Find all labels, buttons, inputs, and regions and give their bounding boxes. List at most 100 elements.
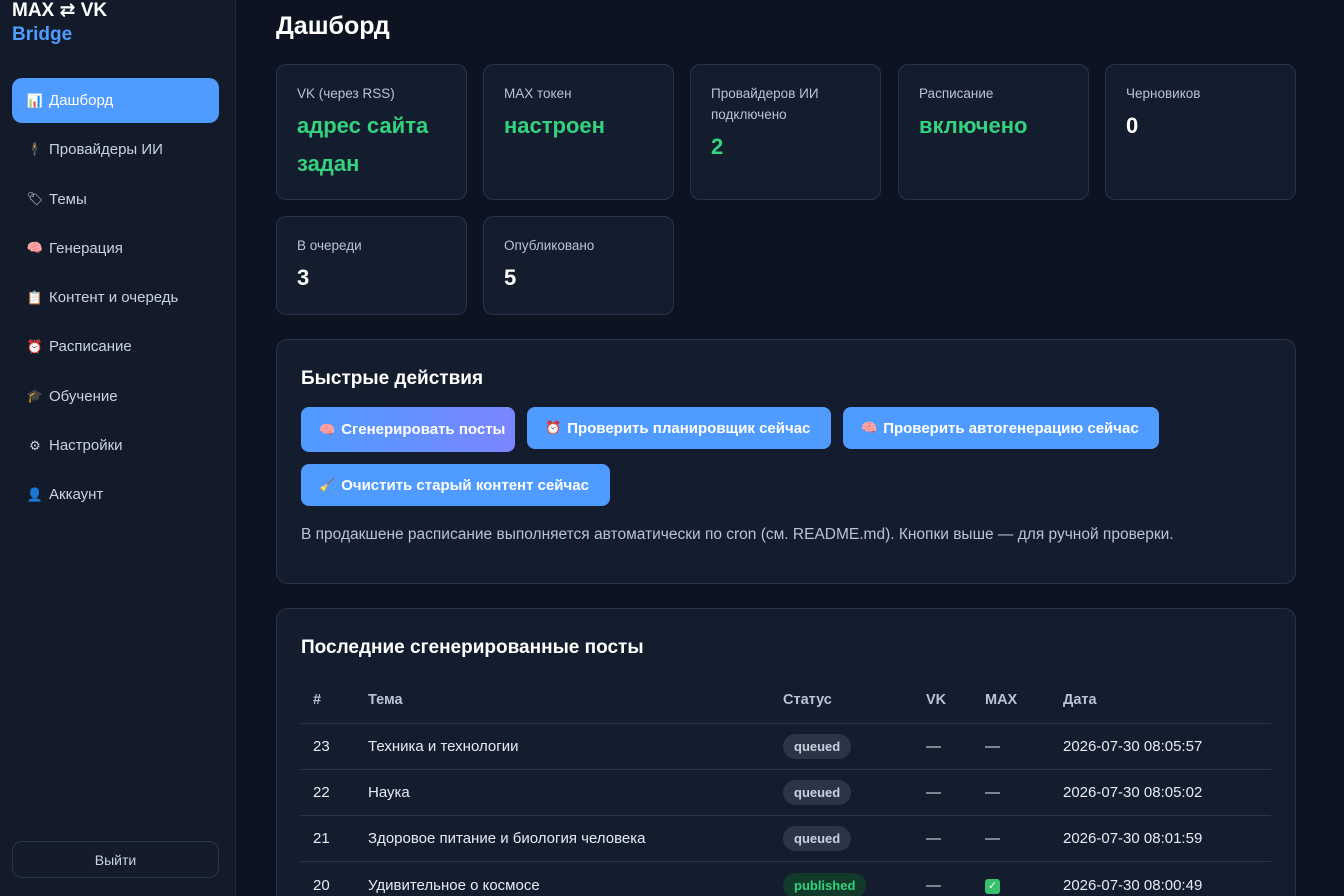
table-row: 23 Техника и технологии queued — — 2026-…: [301, 723, 1271, 770]
sidebar-item-learning[interactable]: 🎓 Обучение: [12, 374, 219, 419]
stat-value: адрес сайта задан: [297, 113, 429, 176]
cell-max: —: [985, 723, 1063, 770]
cell-topic: Наука: [368, 769, 783, 817]
sidebar-item-label: Настройки: [49, 437, 123, 455]
brand-logo: MAX ⇄ VK Bridge: [12, 0, 107, 47]
column-header-number: #: [301, 677, 368, 724]
stat-card-max-token: MAX токен настроен: [483, 64, 674, 200]
stat-value: 2: [711, 134, 724, 159]
table-row: 22 Наука queued — — 2026-07-30 08:05:02: [301, 769, 1271, 817]
stat-value: настроен: [504, 113, 605, 138]
sidebar-item-schedule[interactable]: ⏰ Расписание: [12, 324, 219, 369]
page-title: Дашборд: [276, 12, 390, 40]
stat-label: VK (через RSS): [297, 86, 395, 101]
check-icon: ✓: [985, 879, 1000, 895]
sidebar-item-label: Аккаунт: [49, 486, 104, 504]
clean-old-content-button[interactable]: 🧹 Очистить старый контент сейчас: [301, 464, 610, 506]
stat-value: 5: [504, 265, 517, 290]
stat-label: Опубликовано: [504, 238, 595, 253]
logout-button[interactable]: Выйти: [12, 841, 219, 878]
sidebar-item-dashboard[interactable]: 📊 Дашборд: [12, 78, 219, 123]
app: MAX ⇄ VK Bridge 📊 Дашборд 🕴 Провайдеры И…: [0, 0, 1344, 896]
cell-number: 20: [301, 861, 368, 896]
button-label: Проверить автогенерацию сейчас: [883, 419, 1139, 437]
sidebar-item-label: Расписание: [49, 338, 132, 356]
cell-status: queued: [783, 769, 926, 817]
cell-vk: —: [926, 769, 985, 817]
sidebar-item-settings[interactable]: ⚙ Настройки: [12, 423, 219, 468]
stat-card-schedule: Расписание включено: [898, 64, 1089, 200]
column-header-topic: Тема: [368, 677, 783, 724]
status-badge: queued: [783, 779, 852, 805]
table-header-row: # Тема Статус VK MAX Дата: [301, 677, 1271, 724]
sidebar-item-ai-providers[interactable]: 🕴 Провайдеры ИИ: [12, 127, 219, 172]
recent-posts-panel: Последние сгенерированные посты # Тема С…: [276, 608, 1296, 896]
sidebar-item-label: Обучение: [49, 387, 118, 405]
quick-actions-title: Быстрые действия: [301, 368, 484, 389]
brain-icon: 🧠: [26, 240, 44, 256]
cell-date: 2026-07-30 08:05:57: [1063, 723, 1271, 770]
cell-status: published: [783, 861, 926, 896]
sidebar-item-account[interactable]: 👤 Аккаунт: [12, 472, 219, 517]
quick-actions-panel: Быстрые действия 🧠 Сгенерировать посты ⏰…: [276, 339, 1296, 584]
stat-label: Расписание: [919, 86, 994, 101]
chart-icon: 📊: [26, 92, 44, 108]
broom-icon: 🧹: [319, 477, 336, 492]
sidebar: MAX ⇄ VK Bridge 📊 Дашборд 🕴 Провайдеры И…: [0, 0, 236, 896]
column-header-max: MAX: [985, 677, 1063, 724]
status-badge: published: [783, 872, 867, 896]
main-content: Дашборд VK (через RSS) адрес сайта задан…: [236, 0, 1344, 896]
clipboard-icon: 📋: [26, 289, 44, 305]
cell-date: 2026-07-30 08:05:02: [1063, 769, 1271, 817]
cell-date: 2026-07-30 08:01:59: [1063, 815, 1271, 863]
recent-posts-title: Последние сгенерированные посты: [301, 637, 644, 658]
button-label: Очистить старый контент сейчас: [341, 476, 589, 494]
cell-vk: —: [926, 723, 985, 770]
brand-line2: Bridge: [12, 24, 73, 45]
cell-number: 21: [301, 815, 368, 863]
status-badge: queued: [783, 826, 852, 852]
gear-icon: ⚙: [29, 437, 41, 453]
generate-posts-button[interactable]: 🧠 Сгенерировать посты: [301, 407, 515, 452]
cell-status: queued: [783, 815, 926, 863]
sidebar-item-topics[interactable]: 🏷 Темы: [12, 177, 219, 222]
cell-topic: Удивительное о космосе: [368, 861, 783, 896]
stat-card-vk: VK (через RSS) адрес сайта задан: [276, 64, 467, 200]
sidebar-nav: 📊 Дашборд 🕴 Провайдеры ИИ 🏷 Темы 🧠 Генер…: [12, 78, 219, 522]
cell-status: queued: [783, 723, 926, 770]
alarm-clock-icon: ⏰: [26, 338, 44, 354]
cell-max: —: [985, 769, 1063, 817]
brain-icon: 🧠: [861, 420, 878, 435]
stat-value: включено: [919, 113, 1028, 138]
cell-number: 22: [301, 769, 368, 817]
check-autogeneration-button[interactable]: 🧠 Проверить автогенерацию сейчас: [843, 407, 1159, 449]
column-header-status: Статус: [783, 677, 926, 724]
table-row: 20 Удивительное о космосе published — ✓ …: [301, 861, 1271, 896]
table-row: 21 Здоровое питание и биология человека …: [301, 815, 1271, 863]
sidebar-item-content-queue[interactable]: 📋 Контент и очередь: [12, 275, 219, 320]
cron-hint: В продакшене расписание выполняется авто…: [301, 526, 1174, 543]
column-header-vk: VK: [926, 677, 985, 724]
cell-max: ✓: [985, 861, 1063, 896]
button-label: Сгенерировать посты: [341, 421, 506, 438]
sidebar-item-label: Темы: [49, 190, 87, 208]
sidebar-item-generation[interactable]: 🧠 Генерация: [12, 226, 219, 271]
button-label: Проверить планировщик сейчас: [567, 419, 811, 437]
brand-line1: MAX ⇄ VK: [12, 0, 108, 21]
recent-posts-table: # Тема Статус VK MAX Дата 23 Техника и т…: [301, 677, 1271, 896]
sidebar-item-label: Контент и очередь: [49, 289, 179, 307]
stat-value: 3: [297, 265, 310, 290]
cell-number: 23: [301, 723, 368, 770]
stat-label: В очереди: [297, 238, 362, 253]
stat-label: Черновиков: [1126, 86, 1201, 101]
graduation-cap-icon: 🎓: [26, 388, 44, 404]
cell-vk: —: [926, 815, 985, 863]
check-scheduler-button[interactable]: ⏰ Проверить планировщик сейчас: [527, 407, 831, 449]
stat-card-ai-providers: Провайдеров ИИ подключено 2: [690, 64, 881, 200]
sidebar-item-label: Генерация: [49, 239, 123, 257]
user-icon: 👤: [26, 486, 44, 502]
brain-icon: 🧠: [319, 421, 336, 437]
stat-label: Провайдеров ИИ подключено: [711, 86, 819, 122]
stat-value: 0: [1126, 113, 1139, 138]
stat-card-published: Опубликовано 5: [483, 216, 674, 315]
